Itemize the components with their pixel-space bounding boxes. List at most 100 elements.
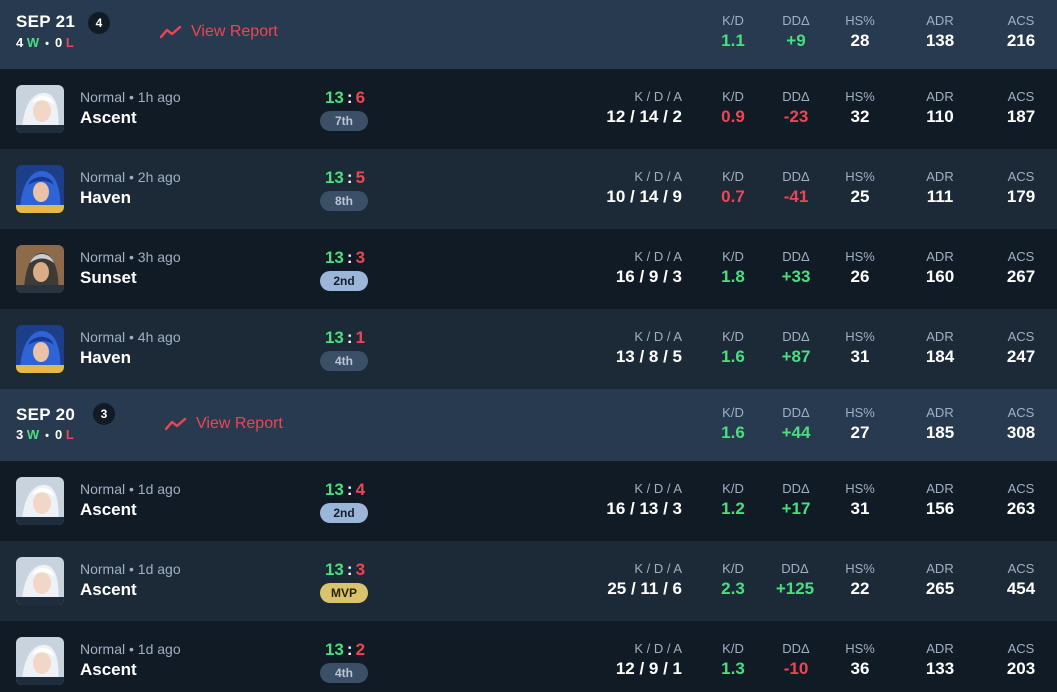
placement-badge: 4th: [320, 663, 368, 683]
day-kd: K/D 1.1: [710, 13, 756, 51]
dd-value: +9: [786, 31, 806, 50]
kda-label: K / D / A: [634, 249, 682, 264]
record-separator: •: [45, 430, 49, 442]
agent-portrait-icon: [16, 165, 64, 213]
match-row[interactable]: Normal • 3h ago Sunset 13:3 2nd K / D / …: [0, 229, 1057, 309]
dd-stat: DDΔ -41: [768, 169, 824, 207]
kda-stat: K / D / A 12 / 14 / 2: [560, 89, 682, 127]
acs-value: 203: [1006, 659, 1036, 678]
kd-label: K/D: [722, 405, 744, 420]
hs-value: 26: [850, 267, 870, 286]
kd-stat: K/D 0.9: [710, 89, 756, 127]
dd-label: DDΔ: [782, 481, 810, 496]
hs-stat: HS% 31: [838, 329, 882, 367]
match-mode-time: Normal • 1d ago: [80, 561, 181, 577]
acs-label: ACS: [1007, 561, 1035, 576]
placement-badge: 4th: [320, 351, 368, 371]
dd-stat: DDΔ -10: [768, 641, 824, 679]
losses-suffix: L: [65, 427, 74, 442]
acs-value: 216: [1006, 31, 1036, 50]
kda-stat: K / D / A 16 / 9 / 3: [560, 249, 682, 287]
score-won: 13: [324, 560, 344, 579]
match-row[interactable]: Normal • 2h ago Haven 13:5 8th K / D / A…: [0, 149, 1057, 229]
win-loss-record: 4 W • 0 L: [16, 35, 74, 50]
acs-stat: ACS 187: [998, 89, 1044, 127]
kda-value: 16 / 13 / 3: [606, 499, 682, 518]
acs-label: ACS: [1007, 641, 1035, 656]
kda-stat: K / D / A 13 / 8 / 5: [560, 329, 682, 367]
score-lost: 4: [355, 480, 366, 499]
match-row[interactable]: Normal • 1h ago Ascent 13:6 7th K / D / …: [0, 69, 1057, 149]
score-lost: 6: [355, 88, 366, 107]
dd-label: DDΔ: [782, 405, 810, 420]
hs-value: 32: [850, 107, 870, 126]
wins-suffix: W: [26, 35, 40, 50]
match-mode-time: Normal • 1d ago: [80, 641, 181, 657]
match-row[interactable]: Normal • 1d ago Ascent 13:4 2nd K / D / …: [0, 461, 1057, 541]
acs-value: 247: [1006, 347, 1036, 366]
hs-value: 36: [850, 659, 870, 678]
day-acs: ACS 216: [998, 13, 1044, 51]
losses-suffix: L: [65, 35, 74, 50]
hs-value: 31: [850, 499, 870, 518]
view-report-link[interactable]: View Report: [160, 23, 278, 41]
day-dd: DDΔ +9: [768, 13, 824, 51]
adr-label: ADR: [926, 329, 954, 344]
match-row[interactable]: Normal • 4h ago Haven 13:1 4th K / D / A…: [0, 309, 1057, 389]
kd-value: 1.1: [721, 31, 745, 50]
trend-line-icon: [160, 25, 182, 39]
adr-stat: ADR 265: [918, 561, 962, 599]
kda-value: 25 / 11 / 6: [607, 579, 682, 598]
acs-stat: ACS 179: [998, 169, 1044, 207]
dd-stat: DDΔ +33: [768, 249, 824, 287]
acs-value: 263: [1006, 499, 1036, 518]
score-won: 13: [324, 480, 344, 499]
match-row[interactable]: Normal • 1d ago Ascent 13:2 4th K / D / …: [0, 621, 1057, 692]
hs-value: 28: [850, 31, 870, 50]
wins-count: 3: [16, 427, 24, 442]
kda-value: 13 / 8 / 5: [615, 347, 682, 366]
hs-label: HS%: [845, 481, 875, 496]
match-mode-time: Normal • 4h ago: [80, 329, 181, 345]
adr-stat: ADR 160: [918, 249, 962, 287]
hs-stat: HS% 36: [838, 641, 882, 679]
score-separator: :: [346, 328, 353, 347]
kda-value: 12 / 14 / 2: [606, 107, 682, 126]
acs-stat: ACS 267: [998, 249, 1044, 287]
hs-label: HS%: [845, 329, 875, 344]
agent-portrait-icon: [16, 477, 64, 525]
map-name: Haven: [80, 348, 132, 367]
kd-value: 1.3: [721, 659, 745, 678]
kda-value: 16 / 9 / 3: [615, 267, 682, 286]
score-separator: :: [346, 88, 353, 107]
score-lost: 2: [355, 640, 366, 659]
acs-label: ACS: [1007, 329, 1035, 344]
adr-label: ADR: [926, 89, 954, 104]
match-row[interactable]: Normal • 1d ago Ascent 13:3 MVP K / D / …: [0, 541, 1057, 621]
hs-stat: HS% 26: [838, 249, 882, 287]
hs-stat: HS% 31: [838, 481, 882, 519]
score-lost: 3: [355, 560, 366, 579]
match-score: 13:1: [322, 328, 368, 348]
wins-suffix: W: [26, 427, 40, 442]
hs-stat: HS% 32: [838, 89, 882, 127]
adr-label: ADR: [926, 169, 954, 184]
adr-label: ADR: [926, 249, 954, 264]
match-score: 13:5: [322, 168, 368, 188]
score-separator: :: [346, 640, 353, 659]
acs-value: 454: [1006, 579, 1036, 598]
match-count-badge: 4: [88, 12, 110, 34]
acs-value: 187: [1006, 107, 1036, 126]
kd-label: K/D: [722, 481, 744, 496]
acs-label: ACS: [1007, 13, 1035, 28]
dd-value: +125: [775, 579, 815, 598]
day-adr: ADR 138: [918, 13, 962, 51]
adr-value: 160: [925, 267, 955, 286]
view-report-label: View Report: [196, 415, 283, 432]
view-report-link[interactable]: View Report: [165, 415, 283, 433]
agent-portrait-icon: [16, 85, 64, 133]
hs-stat: HS% 22: [838, 561, 882, 599]
kda-stat: K / D / A 10 / 14 / 9: [560, 169, 682, 207]
kd-value: 1.2: [721, 499, 745, 518]
dd-stat: DDΔ -23: [768, 89, 824, 127]
